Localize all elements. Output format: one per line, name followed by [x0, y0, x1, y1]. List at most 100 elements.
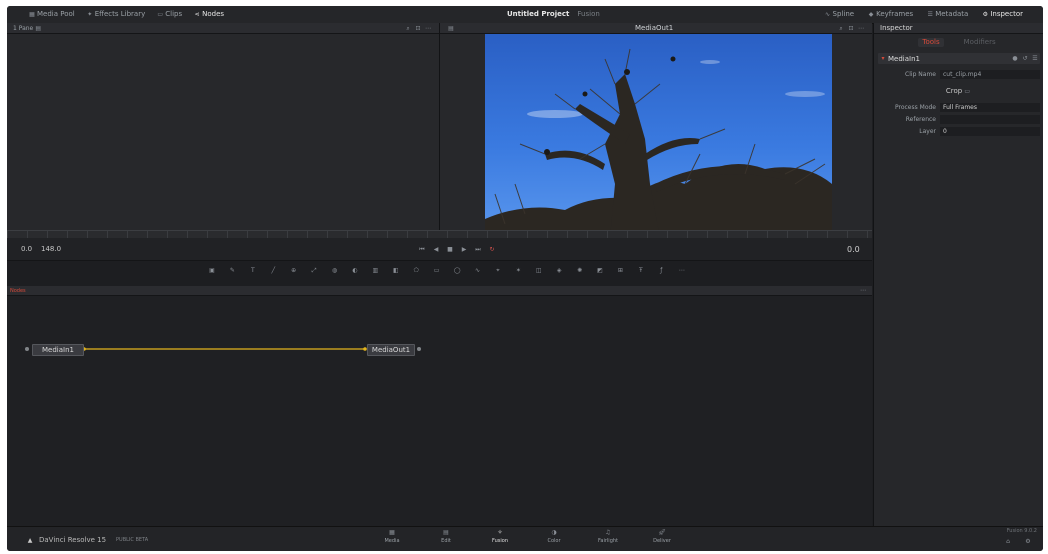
tab-modifiers[interactable]: Modifiers	[960, 38, 1000, 47]
nodes-panel-header: Nodes ⋯	[7, 286, 872, 296]
inspector-button[interactable]: ⚙ Inspector	[980, 10, 1023, 18]
page-color-label: Color	[547, 538, 561, 544]
play-reverse-icon[interactable]: ◀	[431, 246, 441, 253]
page-fusion[interactable]: ✧ Fusion	[485, 529, 515, 544]
page-deliver-label: Deliver	[653, 538, 671, 544]
layer-row: Layer 0	[878, 127, 1040, 136]
node-links	[82, 347, 367, 351]
matte-tool-icon[interactable]: ◧	[391, 267, 401, 274]
keyframes-button[interactable]: ◆ Keyframes	[866, 10, 913, 18]
page-fusion-label: Fusion	[492, 538, 508, 544]
color-tool-icon[interactable]: ◐	[350, 267, 360, 274]
layer-select[interactable]: 0	[940, 127, 1040, 136]
node-mediain1[interactable]: MediaIn1	[32, 344, 84, 356]
layout-icon[interactable]: ▤	[33, 25, 43, 32]
resolve-logo-icon: ▲	[27, 536, 33, 544]
reset-icon[interactable]: ↺	[1020, 55, 1030, 62]
metadata-button[interactable]: ☰ Metadata	[925, 10, 968, 18]
ellipse-tool-icon[interactable]: ◯	[452, 267, 462, 274]
fx-tool-icon[interactable]: ƒ	[656, 267, 666, 274]
page-color[interactable]: ◑ Color	[539, 529, 569, 544]
fit-icon[interactable]: ⊡	[846, 25, 856, 32]
clip-name-row: Clip Name cut_clip.mp4	[878, 70, 1040, 79]
panel-options-icon[interactable]: ⋯	[858, 287, 868, 294]
nodes-button[interactable]: ⋖ Nodes	[192, 10, 224, 18]
reference-field[interactable]	[940, 115, 1040, 124]
play-icon[interactable]: ▶	[459, 246, 469, 253]
menu-icon[interactable]: ☰	[1030, 55, 1040, 62]
camera-tool-icon[interactable]: ◫	[534, 267, 544, 274]
top-toolbar: ▦ Media Pool ✦ Effects Library ▭ Clips ⋖ Nod…	[7, 6, 1043, 24]
page-tabs: ▦ Media ▤ Edit ✧ Fusion ◑ Color ♫ Fairlight 🚀…	[377, 529, 677, 544]
page-edit-label: Edit	[441, 538, 451, 544]
light-tool-icon[interactable]: ✺	[575, 267, 585, 274]
fairlight-page-icon: ♫	[605, 529, 611, 536]
background-tool-icon[interactable]: ▣	[207, 267, 217, 274]
home-icon[interactable]: ⌂	[1003, 538, 1013, 545]
tracker-tool-icon[interactable]: ⌖	[493, 267, 503, 274]
media-pool-button[interactable]: ▦ Media Pool	[27, 10, 75, 18]
polygon-tool-icon[interactable]: ⬠	[411, 267, 421, 274]
node-mediain1-input[interactable]	[25, 347, 29, 351]
transport-bar: 0.0 148.0 ⏮ ◀ ■ ▶ ⏭ ↻ 0.0	[7, 238, 872, 261]
node-graph[interactable]: MediaIn1 MediaOut1	[7, 296, 872, 526]
node-mediaout1-output[interactable]	[417, 347, 421, 351]
crop-label[interactable]: Crop	[946, 87, 962, 95]
loop-icon[interactable]: ↻	[487, 246, 497, 253]
page-deliver[interactable]: 🚀︎ Deliver	[647, 529, 677, 544]
zoom-icon[interactable]: ⌕	[836, 25, 846, 32]
node-mediaout1[interactable]: MediaOut1	[367, 344, 415, 356]
clips-button[interactable]: ▭ Clips	[155, 10, 182, 18]
paint-tool-icon[interactable]: ✎	[227, 267, 237, 274]
nodes-label: Nodes	[202, 10, 225, 18]
zoom-icon[interactable]: ⌕	[403, 25, 413, 32]
skip-back-icon[interactable]: ⏮	[417, 246, 427, 253]
brush-tool-icon[interactable]: ╱	[268, 267, 278, 274]
page-edit[interactable]: ▤ Edit	[431, 529, 461, 544]
settings-icon[interactable]: ⚙	[1023, 538, 1033, 545]
merge-tool-icon[interactable]: ⊕	[289, 267, 299, 274]
app-name: DaVinci Resolve 15	[39, 536, 107, 544]
spline-button[interactable]: ∿ Spline	[823, 10, 854, 18]
collapse-icon[interactable]: ▾	[878, 55, 888, 62]
right-viewer-header: ▤ MediaOut1 ⌕ ⊡ ⋯	[440, 23, 872, 34]
process-mode-select[interactable]: Full Frames	[940, 103, 1040, 112]
skip-forward-icon[interactable]: ⏭	[473, 246, 483, 253]
bspline-tool-icon[interactable]: ∿	[472, 267, 482, 274]
rectangle-tool-icon[interactable]: ▭	[432, 267, 442, 274]
effects-library-label: Effects Library	[94, 10, 146, 18]
start-time[interactable]: 0.0	[21, 245, 32, 253]
render3d-tool-icon[interactable]: ◩	[595, 267, 605, 274]
shape3d-tool-icon[interactable]: ◈	[554, 267, 564, 274]
viewer-area: 1 Pane ▤ ⌕ ⊡ ⋯ ▤ MediaOut1 ⌕ ⊡ ⋯	[7, 23, 872, 239]
page-fairlight[interactable]: ♫ Fairlight	[593, 529, 623, 544]
page-media-label: Media	[384, 538, 400, 544]
effects-library-button[interactable]: ✦ Effects Library	[85, 10, 146, 18]
color-page-icon: ◑	[551, 529, 557, 536]
particle-tool-icon[interactable]: ✶	[513, 267, 523, 274]
transform-tool-icon[interactable]: ⤢	[309, 267, 319, 274]
layer-label: Layer	[919, 128, 936, 135]
tab-tools[interactable]: Tools	[918, 38, 944, 47]
merge3d-tool-icon[interactable]: ⊞	[615, 267, 625, 274]
text-tool-icon[interactable]: T	[248, 267, 258, 274]
options-icon[interactable]: ⋯	[856, 25, 866, 32]
clip-name-field[interactable]: cut_clip.mp4	[940, 70, 1040, 79]
stop-icon[interactable]: ■	[445, 246, 455, 253]
inspector-node-header[interactable]: ▾ MediaIn1 ● ↺ ☰	[878, 53, 1040, 64]
version-label: Fusion 9.0.2	[1006, 528, 1037, 534]
options-icon[interactable]: ⋯	[423, 25, 433, 32]
fit-icon[interactable]: ⊡	[413, 25, 423, 32]
page-media[interactable]: ▦ Media	[377, 529, 407, 544]
blur-tool-icon[interactable]: ◍	[330, 267, 340, 274]
end-time[interactable]: 0.0	[847, 245, 860, 254]
viewer-image	[485, 34, 832, 238]
enable-icon[interactable]: ●	[1010, 55, 1020, 62]
channel-tool-icon[interactable]: ▥	[370, 267, 380, 274]
current-time[interactable]: 148.0	[41, 245, 61, 253]
text3d-tool-icon[interactable]: Ŧ	[636, 267, 646, 274]
crop-toggle-icon[interactable]: ▭	[962, 88, 972, 95]
layout-icon[interactable]: ▤	[446, 25, 456, 32]
more-tools-icon[interactable]: ⋯	[677, 267, 687, 274]
left-viewer-label: 1 Pane	[13, 24, 34, 32]
